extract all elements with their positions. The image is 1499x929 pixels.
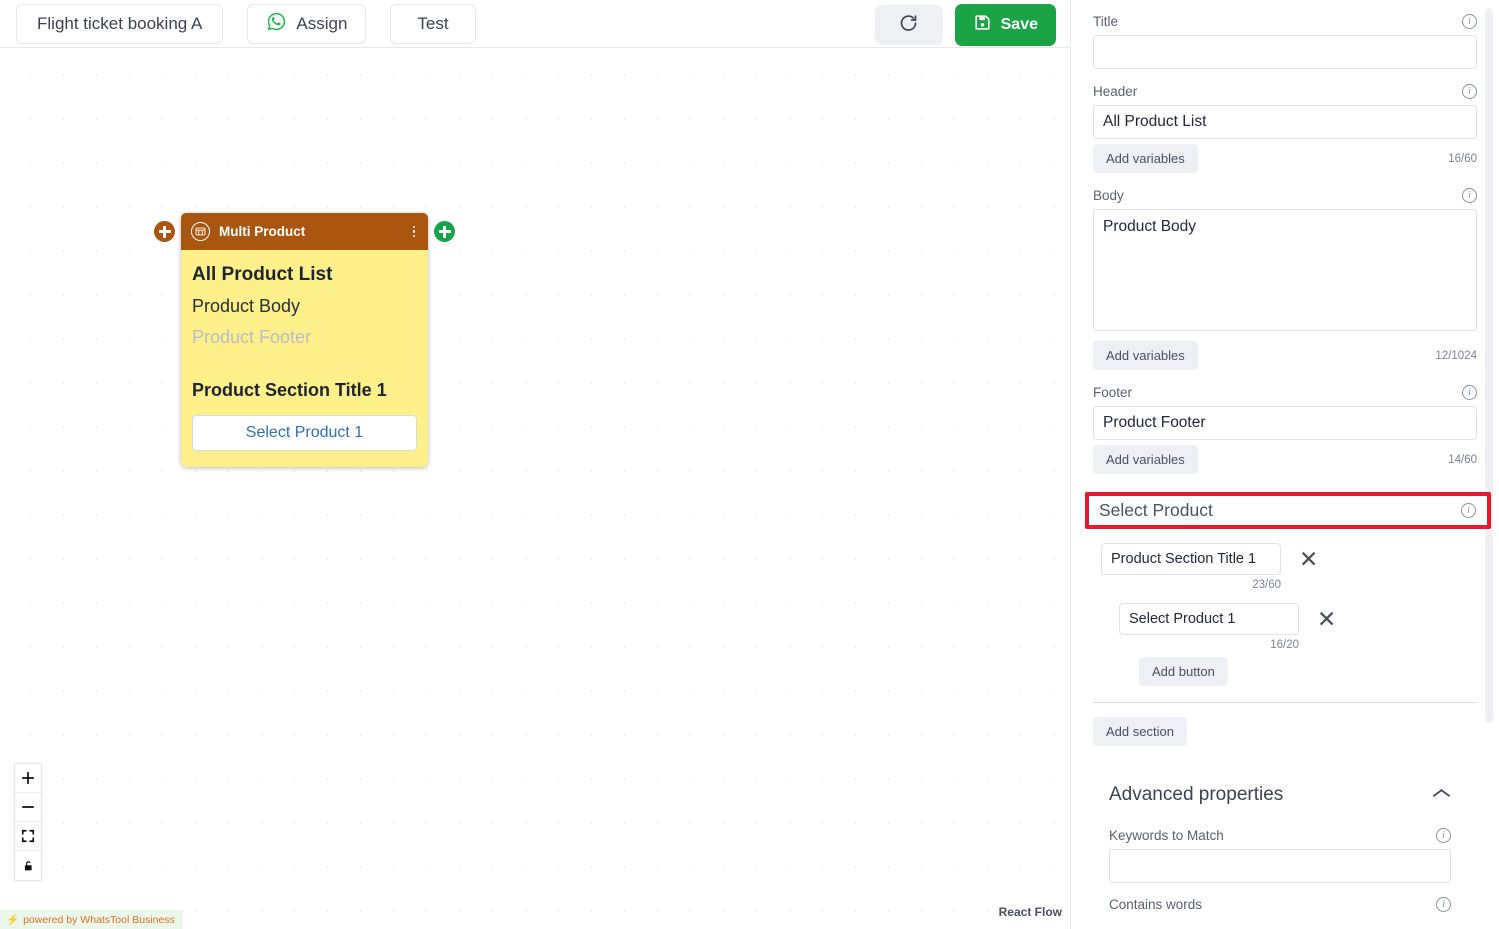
product-section-title-input[interactable] — [1101, 543, 1281, 575]
product-section-title-row: 23/60 ✕ — [1101, 543, 1477, 591]
remove-section-title-button[interactable]: ✕ — [1295, 546, 1322, 573]
footer-field-block: Footer i Add variables 14/60 — [1093, 385, 1477, 474]
properties-panel: Title i Header i Add variables 16/60 Bod… — [1070, 0, 1499, 929]
node-footer-text: Product Footer — [192, 327, 312, 347]
title-input[interactable] — [1093, 35, 1477, 69]
flow-canvas[interactable]: Multi Product All Product List Product B… — [0, 48, 1070, 929]
multi-product-icon — [191, 222, 210, 241]
zoom-in-button[interactable] — [15, 764, 41, 793]
product-button-row: 16/20 ✕ — [1119, 603, 1477, 651]
advanced-properties-title: Advanced properties — [1109, 784, 1284, 805]
node-title: Multi Product — [219, 224, 306, 239]
footer-input[interactable] — [1093, 406, 1477, 440]
save-button[interactable]: Save — [954, 4, 1056, 46]
node-header: Multi Product — [181, 213, 428, 250]
product-section-title-counter: 23/60 — [1252, 579, 1281, 591]
info-icon[interactable]: i — [1436, 828, 1451, 843]
select-product-label: Select Product — [1099, 500, 1213, 520]
whatsapp-icon — [266, 11, 287, 37]
refresh-icon — [898, 13, 919, 37]
info-icon[interactable]: i — [1462, 84, 1477, 99]
node-body: All Product List Product Body Product Fo… — [181, 250, 428, 467]
footer-add-variables-button[interactable]: Add variables — [1093, 445, 1198, 474]
title-label: Title — [1093, 14, 1119, 29]
node-section-title: Product Section Title 1 — [192, 380, 387, 400]
zoom-controls — [14, 763, 42, 881]
multi-product-node[interactable]: Multi Product All Product List Product B… — [154, 213, 455, 467]
save-disk-icon — [973, 13, 992, 37]
title-field-block: Title i — [1093, 14, 1477, 69]
add-section-button[interactable]: Add section — [1093, 717, 1187, 746]
body-label: Body — [1093, 188, 1124, 203]
node-output-handle[interactable] — [434, 221, 455, 242]
select-product-section-header[interactable]: Select Product i — [1085, 492, 1491, 529]
node-header-text: All Product List — [192, 264, 333, 285]
info-icon[interactable]: i — [1462, 385, 1477, 400]
keywords-input[interactable] — [1109, 849, 1451, 883]
reactflow-watermark: React Flow — [998, 905, 1062, 919]
body-textarea[interactable] — [1093, 209, 1477, 331]
bolt-icon: ⚡ — [6, 914, 20, 926]
header-counter: 16/60 — [1448, 152, 1477, 165]
header-input[interactable] — [1093, 105, 1477, 139]
fit-view-button[interactable] — [15, 822, 41, 851]
flow-name-label: Flight ticket booking A — [37, 13, 203, 33]
whatstool-attribution: ⚡ powered by WhatsTool Business — [0, 910, 183, 929]
node-select-product-button[interactable]: Select Product 1 — [192, 415, 417, 451]
info-icon[interactable]: i — [1436, 897, 1451, 912]
chevron-up-icon — [1432, 786, 1451, 804]
body-field-block: Body i Add variables 12/1024 — [1093, 188, 1477, 370]
footer-label: Footer — [1093, 385, 1133, 400]
panel-scrollbar[interactable] — [1485, 8, 1493, 723]
add-button-button[interactable]: Add button — [1139, 657, 1228, 686]
assign-button[interactable]: Assign — [247, 3, 367, 44]
save-label: Save — [1000, 16, 1038, 33]
info-icon[interactable]: i — [1462, 188, 1477, 203]
body-add-variables-button[interactable]: Add variables — [1093, 341, 1198, 370]
header-label: Header — [1093, 84, 1138, 99]
advanced-properties-header[interactable]: Advanced properties — [1109, 784, 1477, 806]
contains-words-label: Contains words — [1109, 897, 1203, 912]
body-counter: 12/1024 — [1435, 349, 1477, 362]
test-button[interactable]: Test — [390, 3, 476, 44]
info-icon[interactable]: i — [1462, 14, 1477, 29]
assign-label: Assign — [296, 13, 348, 33]
node-body-text: Product Body — [192, 296, 301, 316]
zoom-out-button[interactable] — [15, 793, 41, 822]
product-button-input[interactable] — [1119, 603, 1299, 635]
keywords-field-block: Keywords to Match i — [1109, 828, 1477, 883]
node-input-handle[interactable] — [154, 221, 175, 242]
section-divider — [1093, 702, 1477, 703]
header-add-variables-button[interactable]: Add variables — [1093, 144, 1198, 173]
top-toolbar: Flight ticket booking A Assign Test Save — [0, 0, 1070, 48]
flow-name-button[interactable]: Flight ticket booking A — [16, 3, 224, 44]
product-button-counter: 16/20 — [1270, 639, 1299, 651]
footer-counter: 14/60 — [1448, 453, 1477, 466]
refresh-button[interactable] — [874, 5, 943, 45]
test-label: Test — [417, 13, 449, 33]
remove-product-button[interactable]: ✕ — [1313, 606, 1340, 633]
attribution-label: powered by WhatsTool Business — [23, 913, 175, 926]
header-field-block: Header i Add variables 16/60 — [1093, 84, 1477, 173]
lock-button[interactable] — [15, 851, 41, 880]
toolbar-actions: Save — [874, 4, 1056, 46]
keywords-label: Keywords to Match — [1109, 828, 1224, 843]
info-icon[interactable]: i — [1461, 503, 1476, 518]
kebab-menu-icon[interactable] — [412, 225, 419, 238]
contains-words-field-block: Contains words i — [1109, 897, 1477, 912]
